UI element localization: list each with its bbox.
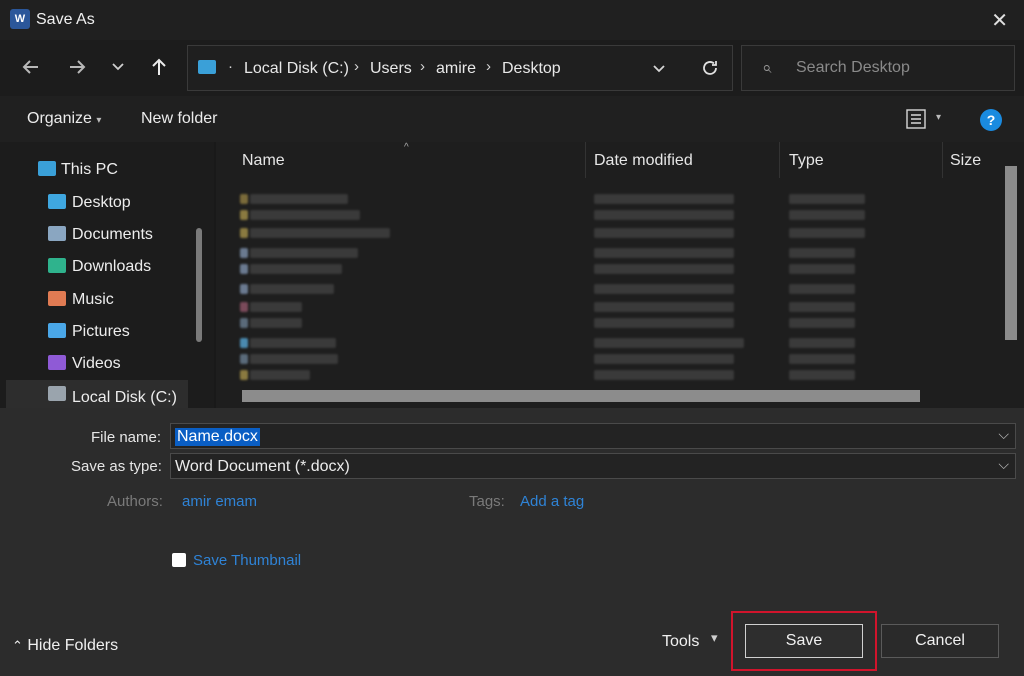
sidebar-item-music[interactable]: Music — [0, 285, 200, 315]
save-thumbnail-label[interactable]: Save Thumbnail — [193, 552, 301, 569]
chevron-right-icon: › — [420, 58, 425, 75]
computer-icon — [198, 60, 216, 74]
search-box[interactable]: ⌕ — [741, 45, 1015, 91]
arrow-left-icon — [22, 60, 38, 74]
chevron-down-icon[interactable] — [652, 62, 666, 76]
sidebar-item-documents[interactable]: Documents — [0, 220, 200, 250]
breadcrumb-local-disk[interactable]: Local Disk (C:) — [244, 60, 349, 78]
column-header-type[interactable]: Type — [789, 152, 824, 170]
column-header-date-modified[interactable]: Date modified — [594, 152, 693, 170]
desktop-folder-icon — [48, 194, 66, 209]
navigation-pane: This PC Desktop Documents Downloads Musi… — [0, 142, 214, 408]
file-name-field[interactable]: Name.docx ⌵ — [170, 423, 1016, 449]
chevron-right-icon: › — [354, 58, 359, 75]
address-bar[interactable]: · Local Disk (C:) › Users › amire › Desk… — [187, 45, 733, 91]
column-header-size[interactable]: Size — [950, 152, 981, 170]
close-icon[interactable]: ✕ — [991, 8, 1008, 33]
tools-button[interactable]: Tools — [662, 633, 699, 651]
column-header-name[interactable]: Name — [242, 152, 285, 170]
authors-label: Authors: — [107, 493, 163, 510]
sidebar-item-this-pc[interactable]: This PC — [0, 155, 200, 185]
sidebar-item-desktop[interactable]: Desktop — [0, 188, 200, 218]
recent-locations-button[interactable] — [103, 52, 133, 82]
sidebar-item-label: Downloads — [72, 258, 152, 275]
organize-button[interactable]: Organize ▾ — [27, 110, 101, 128]
computer-icon — [38, 161, 56, 176]
sidebar-item-pictures[interactable]: Pictures — [0, 317, 200, 347]
word-app-icon: W — [10, 9, 30, 29]
save-as-type-value: Word Document (*.docx) — [175, 458, 350, 475]
drive-icon — [48, 386, 66, 401]
breadcrumb-users[interactable]: Users — [370, 60, 412, 78]
sidebar-item-label: This PC — [61, 161, 118, 178]
sidebar-item-label: Documents — [72, 226, 153, 243]
command-bar: Organize ▾ New folder ▾ — [0, 96, 1024, 142]
arrow-up-icon — [152, 58, 166, 75]
search-icon: ⌕ — [762, 58, 772, 77]
window-title: Save As — [36, 11, 95, 28]
column-divider — [585, 142, 586, 178]
title-bar: W Save As ✕ — [0, 0, 1024, 40]
chevron-down-icon[interactable]: ⌵ — [998, 426, 1009, 443]
save-as-dialog: W Save As ✕ · Local Disk (C:) › Users › … — [0, 0, 1024, 676]
organize-label: Organize — [27, 110, 92, 127]
sidebar-scrollbar[interactable] — [196, 228, 202, 342]
tags-label: Tags: — [469, 493, 505, 510]
sidebar-item-label: Music — [72, 291, 114, 308]
column-divider — [942, 142, 943, 178]
file-list: ^ Name Date modified Type Size — [216, 142, 1024, 408]
hide-folders-button[interactable]: ⌃ Hide Folders — [12, 637, 118, 655]
back-button[interactable] — [16, 52, 46, 82]
help-button[interactable]: ? — [980, 109, 1002, 131]
documents-folder-icon — [48, 226, 66, 241]
chevron-down-icon — [112, 63, 124, 71]
breadcrumb-separator: · — [228, 58, 233, 75]
save-thumbnail-checkbox[interactable] — [172, 553, 186, 567]
up-button[interactable] — [144, 52, 174, 82]
horizontal-scrollbar[interactable] — [242, 390, 920, 402]
file-name-label: File name: — [91, 429, 162, 446]
forward-button[interactable] — [62, 52, 92, 82]
save-as-type-select[interactable]: Word Document (*.docx) ⌵ — [170, 453, 1016, 479]
breadcrumb-amire[interactable]: amire — [436, 60, 476, 78]
sort-ascending-icon: ^ — [404, 142, 409, 153]
chevron-right-icon: › — [486, 58, 491, 75]
breadcrumb-desktop[interactable]: Desktop — [502, 60, 561, 78]
sidebar-item-downloads[interactable]: Downloads — [0, 252, 200, 282]
cancel-button[interactable]: Cancel — [881, 624, 999, 658]
chevron-down-icon[interactable]: ⌵ — [998, 456, 1009, 473]
sidebar-item-label: Desktop — [72, 194, 131, 211]
sidebar-item-videos[interactable]: Videos — [0, 349, 200, 379]
sidebar-item-label: Local Disk (C:) — [72, 389, 177, 406]
vertical-scrollbar[interactable] — [1005, 166, 1017, 340]
search-input[interactable] — [794, 58, 1008, 78]
sidebar-item-local-disk[interactable]: Local Disk (C:) — [6, 380, 188, 408]
pictures-folder-icon — [48, 323, 66, 338]
column-divider — [779, 142, 780, 178]
videos-folder-icon — [48, 355, 66, 370]
refresh-icon[interactable] — [700, 58, 720, 78]
arrow-right-icon — [70, 60, 86, 74]
downloads-folder-icon — [48, 258, 66, 273]
new-folder-button[interactable]: New folder — [141, 110, 217, 128]
caret-down-icon[interactable]: ▾ — [711, 630, 718, 646]
hide-folders-label: Hide Folders — [27, 637, 119, 654]
add-tag-link[interactable]: Add a tag — [520, 493, 584, 510]
caret-down-icon: ▾ — [96, 115, 102, 126]
chevron-up-icon: ⌃ — [12, 638, 23, 653]
sidebar-item-label: Videos — [72, 355, 121, 372]
sidebar-item-label: Pictures — [72, 323, 130, 340]
file-name-value: Name.docx — [175, 428, 260, 446]
music-folder-icon — [48, 291, 66, 306]
navigation-bar: · Local Disk (C:) › Users › amire › Desk… — [0, 40, 1024, 96]
save-as-type-label: Save as type: — [71, 458, 162, 475]
authors-value[interactable]: amir emam — [182, 493, 257, 510]
view-options-icon[interactable] — [905, 108, 927, 130]
save-button[interactable]: Save — [745, 624, 863, 658]
caret-down-icon[interactable]: ▾ — [936, 112, 941, 123]
